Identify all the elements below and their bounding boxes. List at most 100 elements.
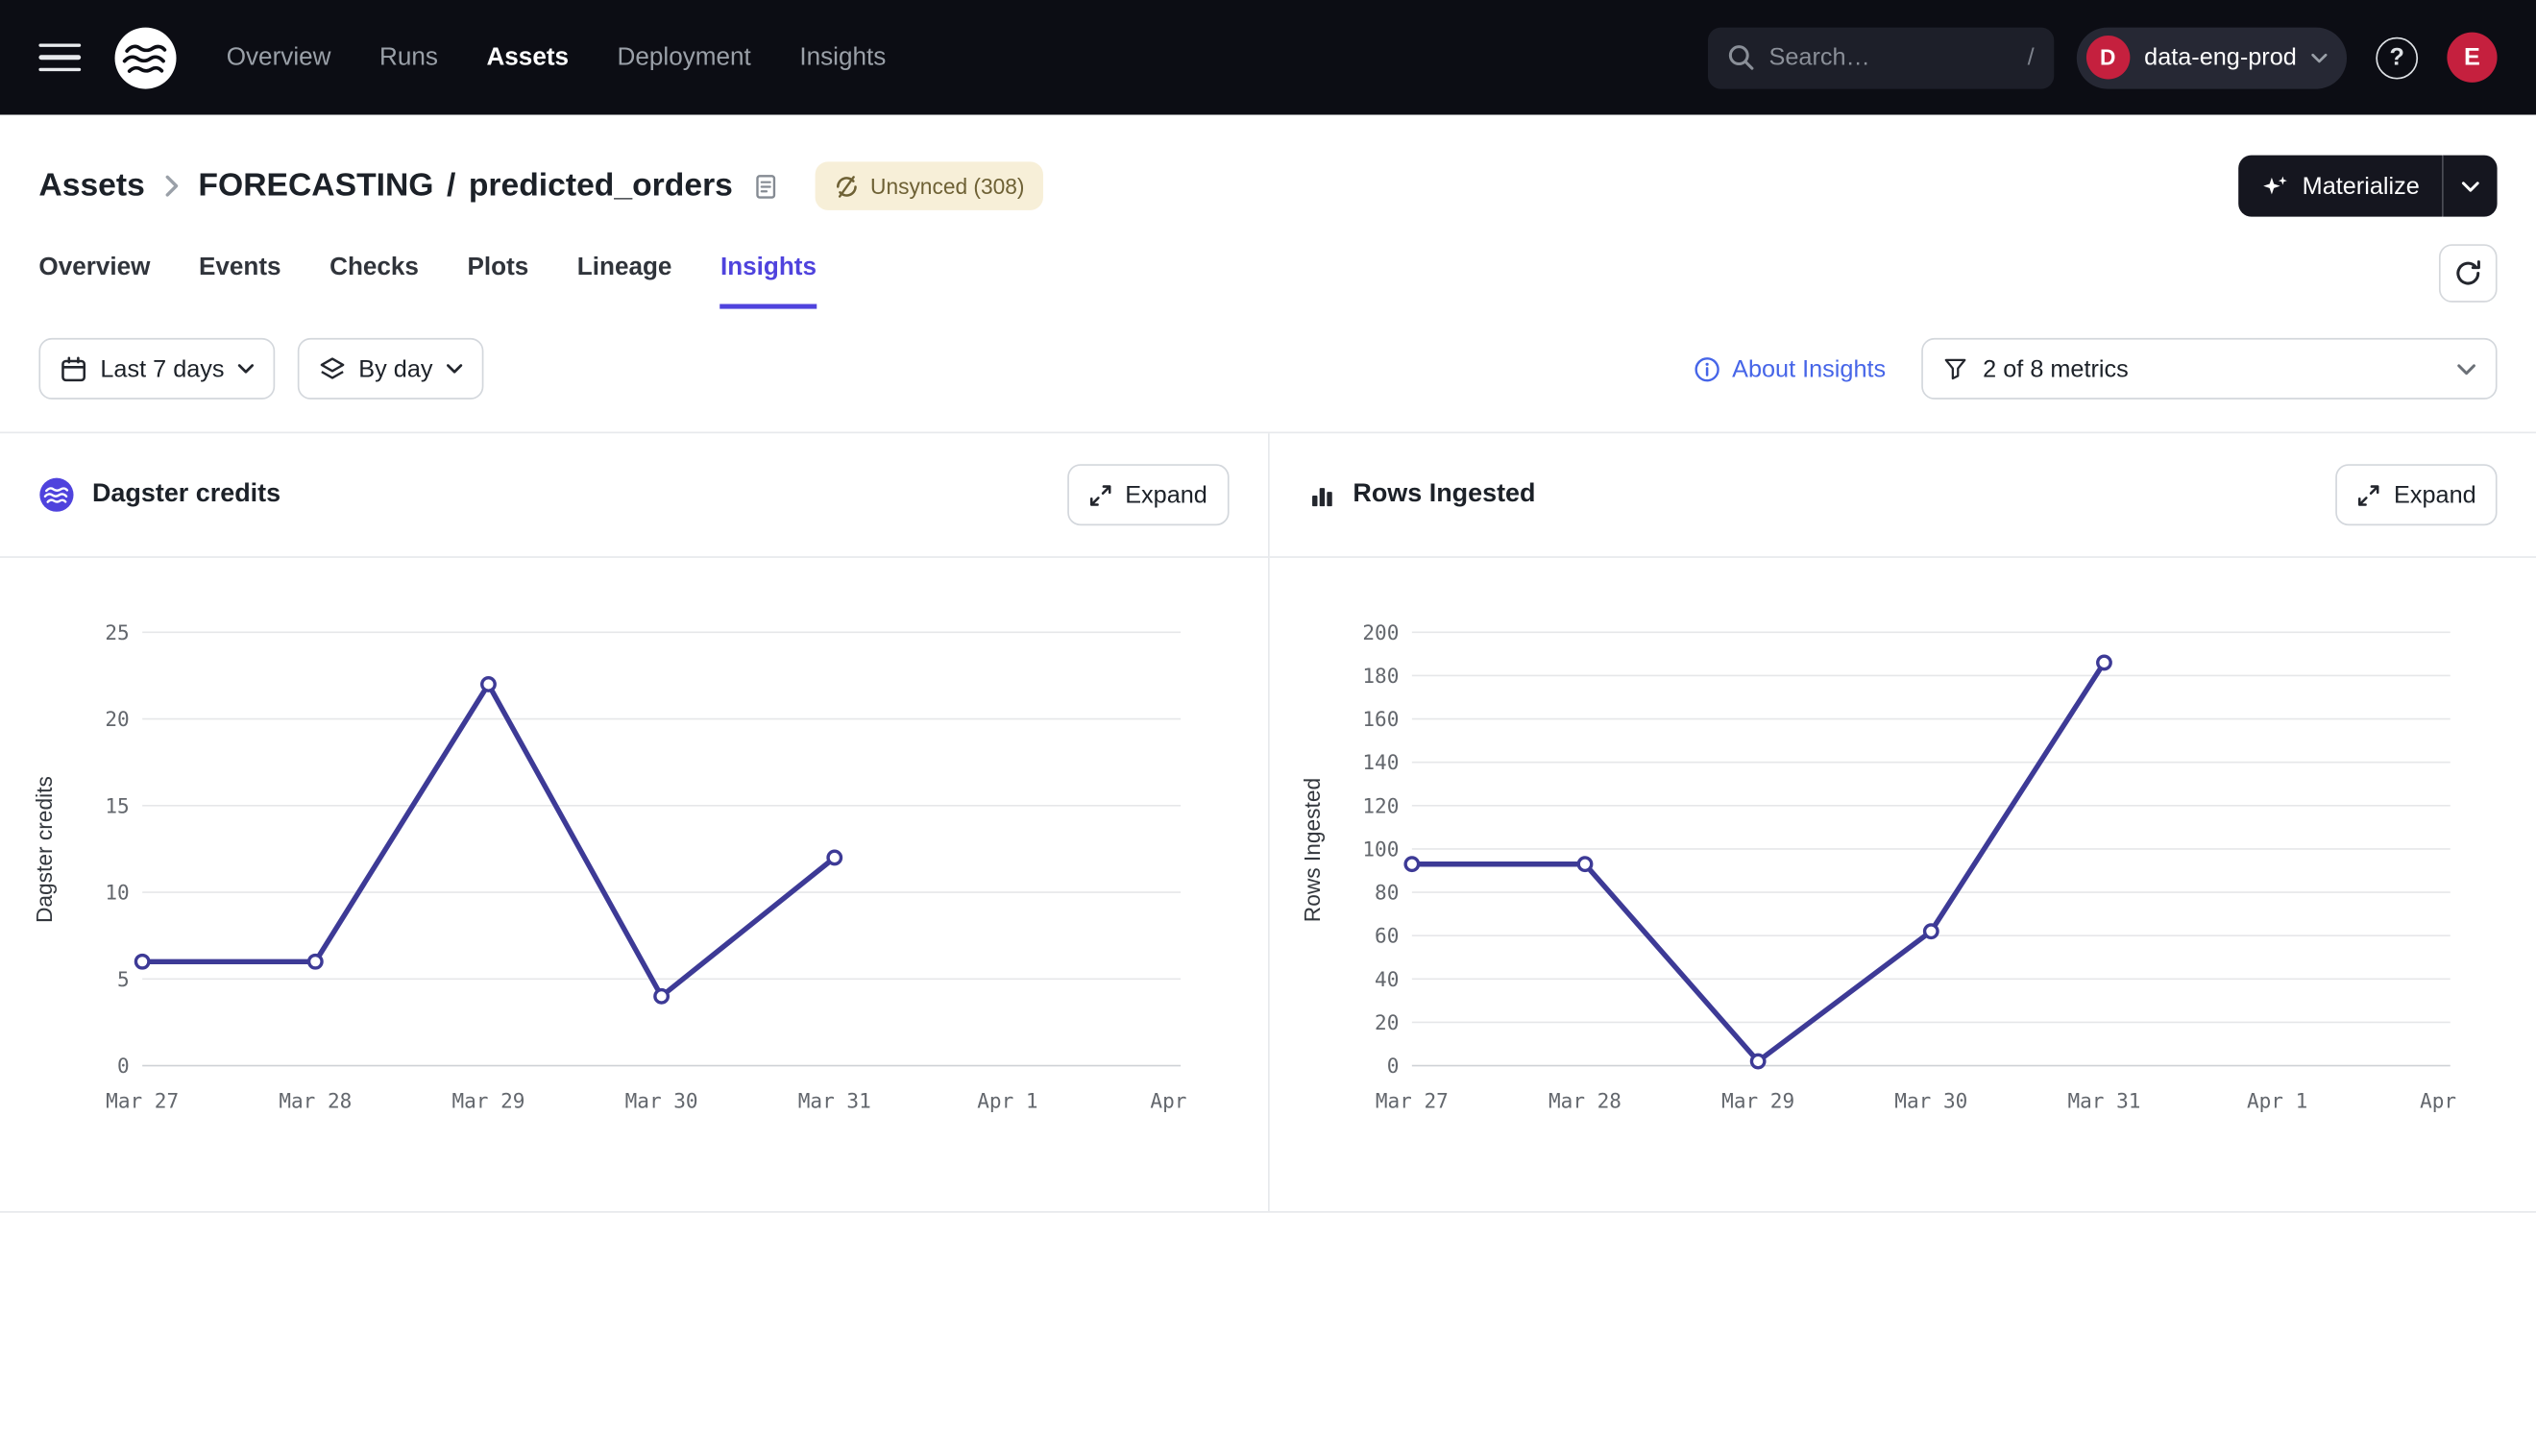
svg-text:160: 160 (1362, 707, 1399, 731)
org-avatar: D (2086, 36, 2130, 79)
svg-text:Mar 27: Mar 27 (1375, 1088, 1448, 1112)
search-icon (1727, 43, 1755, 71)
chevron-down-icon (2456, 363, 2475, 375)
tab-lineage[interactable]: Lineage (577, 254, 672, 308)
svg-text:15: 15 (105, 793, 129, 817)
chevron-down-icon (237, 364, 254, 374)
svg-text:Mar 29: Mar 29 (1720, 1088, 1793, 1112)
dagster-logo-icon[interactable] (113, 25, 178, 89)
svg-text:Mar 30: Mar 30 (625, 1088, 698, 1112)
chevron-right-icon (164, 175, 179, 198)
help-icon[interactable]: ? (2376, 36, 2418, 79)
panel-header: Dagster credits Expand (0, 433, 1267, 558)
svg-text:10: 10 (105, 881, 129, 905)
svg-text:Apr 1: Apr 1 (2246, 1088, 2306, 1112)
breadcrumb-separator: / (447, 167, 455, 205)
materialize-button[interactable]: Materialize (2239, 156, 2442, 217)
materialize-dropdown-button[interactable] (2442, 156, 2497, 217)
tab-overview[interactable]: Overview (38, 254, 150, 308)
svg-text:Mar 31: Mar 31 (798, 1088, 871, 1112)
line-chart-rows-ingested[interactable]: 020406080100120140160180200Mar 27Mar 28M… (1333, 596, 2466, 1133)
breadcrumb: Assets FORECASTING / predicted_orders (38, 154, 2497, 218)
asset-header: Assets FORECASTING / predicted_orders (0, 115, 2536, 309)
metrics-filter-label: 2 of 8 metrics (1983, 355, 2129, 383)
layers-icon (318, 355, 346, 383)
tab-checks[interactable]: Checks (329, 254, 419, 308)
svg-text:140: 140 (1362, 750, 1399, 774)
svg-text:Mar 31: Mar 31 (2067, 1088, 2140, 1112)
deployment-switcher[interactable]: D data-eng-prod (2076, 27, 2347, 88)
expand-button-label: Expand (1125, 481, 1207, 509)
svg-text:Apr 2: Apr 2 (2419, 1088, 2465, 1112)
about-insights-label: About Insights (1732, 355, 1886, 383)
bar-chart-icon (1307, 481, 1335, 509)
svg-text:40: 40 (1374, 967, 1398, 991)
svg-text:20: 20 (1374, 1010, 1398, 1034)
dagster-credits-icon (38, 477, 74, 513)
svg-text:Mar 28: Mar 28 (279, 1088, 352, 1112)
panel-rows-ingested: Rows Ingested Expand Rows Ingested 02040… (1269, 433, 2536, 1211)
svg-text:Mar 28: Mar 28 (1548, 1088, 1621, 1112)
about-insights-link[interactable]: About Insights (1694, 355, 1886, 383)
calendar-icon (60, 355, 87, 383)
svg-text:120: 120 (1362, 793, 1399, 817)
expand-button[interactable]: Expand (1067, 464, 1229, 525)
search-field[interactable] (1769, 43, 2013, 71)
tab-insights[interactable]: Insights (720, 254, 817, 308)
panel-body: Rows Ingested 02040608010012014016018020… (1269, 558, 2536, 1211)
user-avatar[interactable]: E (2447, 33, 2497, 83)
svg-text:Mar 29: Mar 29 (451, 1088, 524, 1112)
svg-text:80: 80 (1374, 881, 1398, 905)
granularity-label: By day (358, 355, 432, 383)
date-range-button[interactable]: Last 7 days (38, 338, 274, 400)
hamburger-menu-icon[interactable] (38, 43, 81, 72)
materialize-split-button: Materialize (2239, 156, 2498, 217)
asset-description-icon[interactable] (752, 172, 780, 200)
expand-button-label: Expand (2394, 481, 2476, 509)
metrics-filter-select[interactable]: 2 of 8 metrics (1921, 338, 2497, 400)
expand-icon (1087, 483, 1111, 507)
granularity-button[interactable]: By day (297, 338, 482, 400)
line-chart-dagster-credits[interactable]: 0 5 10 15 20 25 Mar 27 Mar 28 Mar 29 Mar 30 Mar 31… (64, 596, 1197, 1133)
tab-plots[interactable]: Plots (467, 254, 528, 308)
nav-item-assets[interactable]: Assets (486, 43, 569, 72)
insights-panels: Dagster credits Expand Dagster credits 0… (0, 433, 2536, 1213)
chevron-down-icon (2311, 53, 2328, 62)
dagster-app: Overview Runs Assets Deployment Insights… (0, 0, 2536, 1455)
svg-text:Apr 2: Apr 2 (1150, 1088, 1196, 1112)
svg-text:200: 200 (1362, 620, 1399, 644)
panel-body: Dagster credits 0510152025Mar 27Mar 28Ma… (0, 558, 1267, 1211)
date-range-label: Last 7 days (100, 355, 224, 383)
svg-text:Mar 27: Mar 27 (106, 1088, 179, 1112)
materialize-label: Materialize (2303, 172, 2420, 200)
y-axis-label: Rows Ingested (1291, 632, 1333, 1067)
svg-text:25: 25 (105, 620, 129, 644)
refresh-button[interactable] (2439, 244, 2498, 303)
search-input[interactable]: / (1708, 27, 2054, 88)
nav-item-insights[interactable]: Insights (799, 43, 886, 72)
panel-header: Rows Ingested Expand (1269, 433, 2536, 558)
svg-text:20: 20 (105, 707, 129, 731)
chevron-down-icon (446, 364, 462, 374)
org-name: data-eng-prod (2144, 43, 2297, 71)
svg-text:0: 0 (117, 1054, 130, 1078)
unsynced-badge[interactable]: Unsynced (308) (816, 161, 1044, 210)
breadcrumb-group-link[interactable]: FORECASTING (198, 167, 433, 205)
tab-events[interactable]: Events (199, 254, 281, 308)
svg-text:Apr 1: Apr 1 (977, 1088, 1037, 1112)
top-nav: Overview Runs Assets Deployment Insights… (0, 0, 2536, 115)
nav-item-deployment[interactable]: Deployment (618, 43, 751, 72)
expand-button[interactable]: Expand (2335, 464, 2497, 525)
expand-icon (2356, 483, 2380, 507)
sparkle-icon (2262, 172, 2290, 200)
panel-title: Rows Ingested (1353, 480, 1535, 509)
svg-text:5: 5 (117, 967, 130, 991)
insights-filter-bar: Last 7 days By day (0, 309, 2536, 434)
panel-dagster-credits: Dagster credits Expand Dagster credits 0… (0, 433, 1269, 1211)
svg-text:60: 60 (1374, 924, 1398, 948)
nav-item-overview[interactable]: Overview (227, 43, 331, 72)
svg-text:Mar 30: Mar 30 (1893, 1088, 1966, 1112)
primary-nav: Overview Runs Assets Deployment Insights (227, 43, 887, 72)
nav-item-runs[interactable]: Runs (379, 43, 438, 72)
breadcrumb-assets-link[interactable]: Assets (38, 167, 144, 205)
